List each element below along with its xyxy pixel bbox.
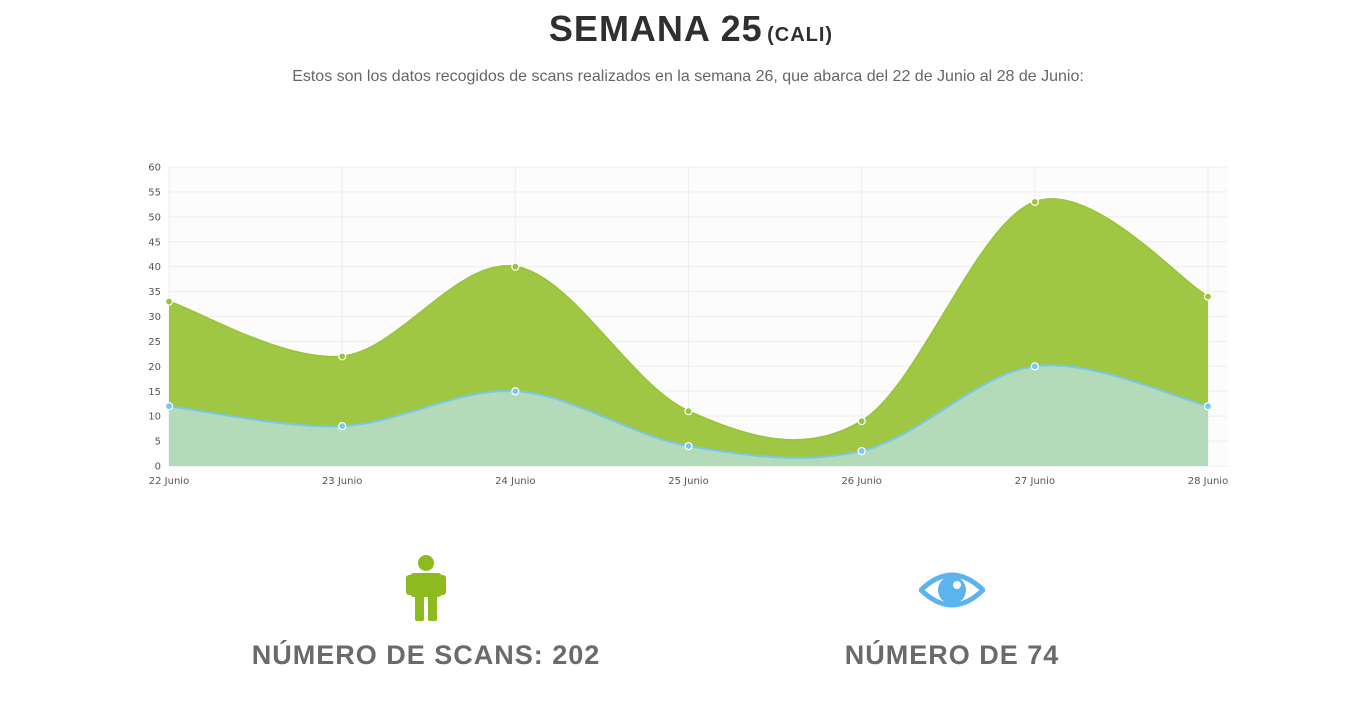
y-tick-label: 5 [155,437,161,448]
y-tick-label: 45 [148,237,161,248]
scans-stat: NÚMERO DE SCANS: 202 [226,555,626,671]
views-count-label: NÚMERO DE 74 [844,640,1060,670]
series-0-point [511,262,520,271]
series-1-point [338,422,347,431]
series-1-point [1203,402,1213,411]
series-1-point [164,402,174,411]
y-tick-label: 20 [148,362,161,373]
series-1-point [857,446,866,456]
x-tick-label: 26 Junio [841,476,881,487]
y-tick-label: 60 [148,163,161,174]
y-tick-label: 40 [148,262,161,273]
series-1-point [511,387,520,396]
series-1-point [684,441,693,451]
x-tick-label: 28 Junio [1188,476,1228,487]
series-0-point [857,417,866,426]
views-stat: NÚMERO DE 74 [752,555,1152,671]
y-tick-label: 35 [148,287,161,298]
series-0-point [684,407,693,416]
x-tick-label: 23 Junio [322,476,362,487]
eye-icon [919,572,985,608]
series-0-point [1030,197,1039,206]
y-tick-label: 0 [155,462,161,473]
series-0-point [164,297,174,306]
series-0-point [1203,292,1213,301]
x-tick-label: 27 Junio [1015,476,1055,487]
y-tick-label: 50 [148,212,161,223]
y-tick-label: 30 [148,312,161,323]
series-0-point [338,352,347,361]
scans-count-label: NÚMERO DE SCANS: 202 [251,640,601,670]
y-tick-label: 55 [148,187,161,198]
person-icon [406,555,446,621]
x-tick-label: 22 Junio [149,476,189,487]
x-tick-label: 24 Junio [495,476,535,487]
series-1-point [1030,362,1039,371]
y-tick-label: 25 [148,337,161,348]
y-tick-label: 15 [148,387,161,398]
y-tick-label: 10 [148,412,161,423]
x-tick-label: 25 Junio [668,476,708,487]
